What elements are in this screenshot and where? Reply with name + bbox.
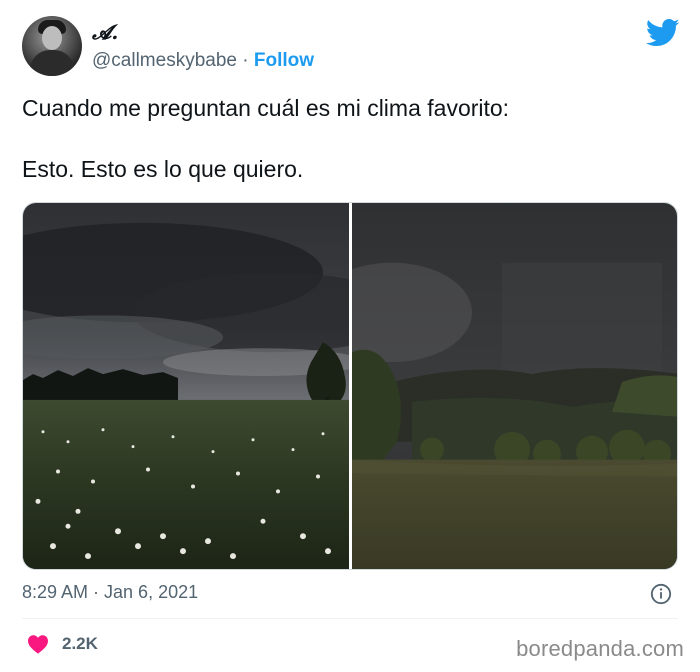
- tweet-timestamp[interactable]: 8:29 AM · Jan 6, 2021: [22, 582, 198, 603]
- rain-hills-photo[interactable]: [352, 203, 678, 569]
- heart-icon[interactable]: [27, 634, 49, 654]
- avatar-face: [42, 26, 62, 50]
- tweet-header: 𝓐. @callmeskybabe · Follow: [22, 14, 682, 84]
- follow-button[interactable]: Follow: [254, 50, 314, 71]
- handle-separator: ·: [242, 50, 249, 71]
- tweet-text-line-1: Cuando me preguntan cuál es mi clima fav…: [22, 95, 510, 121]
- media-grid[interactable]: [22, 202, 678, 570]
- watermark: boredpanda.com: [516, 636, 684, 661]
- twitter-bird-icon[interactable]: [646, 18, 680, 48]
- info-icon[interactable]: [650, 583, 672, 605]
- avatar[interactable]: [22, 16, 82, 76]
- handle-row: @callmeskybabe · Follow: [92, 50, 314, 72]
- storm-meadow-photo[interactable]: [23, 203, 349, 569]
- avatar-body: [30, 50, 74, 76]
- divider: [22, 618, 678, 619]
- display-name[interactable]: 𝓐.: [92, 20, 118, 44]
- like-count[interactable]: 2.2K: [62, 634, 98, 654]
- tweet-text-line-2: Esto. Esto es lo que quiero.: [22, 156, 304, 182]
- user-handle[interactable]: @callmeskybabe: [92, 50, 237, 71]
